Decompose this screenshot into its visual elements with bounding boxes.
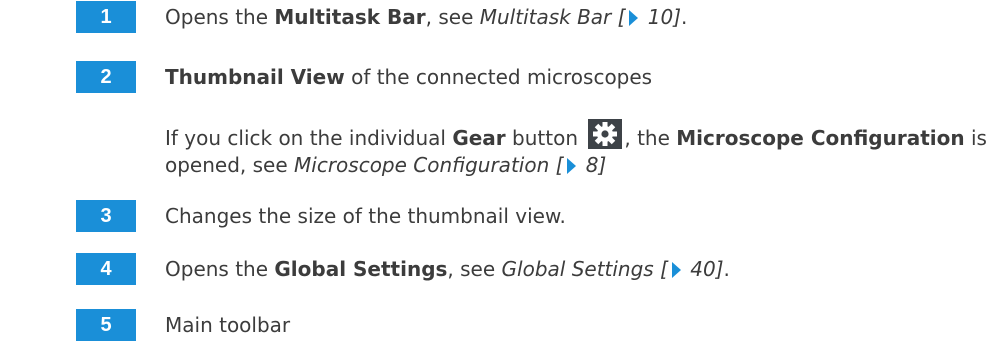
item-1-suffix: . — [681, 5, 688, 29]
item-1-prefix: Opens the — [165, 5, 275, 29]
page-arrow-icon — [567, 158, 577, 174]
item-2-para-the: , the — [624, 126, 677, 150]
item-4-see: , see — [447, 257, 502, 281]
item-2-term: Thumbnail View — [165, 65, 345, 89]
item-4-prefix: Opens the — [165, 257, 275, 281]
item-4-crossref[interactable]: Global Settings [ 40] — [502, 257, 724, 281]
item-2-text: Thumbnail View of the connected microsco… — [165, 62, 652, 92]
item-2-ref-label: Microscope Configuration [ — [294, 153, 564, 177]
item-1-see: , see — [425, 5, 480, 29]
item-2-para-suffix: is — [964, 126, 987, 150]
item-4-ref-page: 40] — [683, 257, 724, 281]
item-1-ref-page: 10] — [641, 5, 682, 29]
item-4-suffix: . — [723, 257, 730, 281]
item-3-text: Changes the size of the thumbnail view. — [165, 204, 566, 228]
item-1-crossref[interactable]: Multitask Bar [ 10] — [480, 5, 681, 29]
item-4-term: Global Settings — [274, 257, 448, 281]
item-2-para-button-word: button — [505, 126, 585, 150]
item-1-ref-label: Multitask Bar [ — [479, 5, 626, 29]
item-2-suffix: of the connected microscopes — [344, 65, 653, 89]
item-5-text: Main toolbar — [165, 313, 291, 337]
item-2-paragraph-line-1: If you click on the individual Gear butt… — [165, 119, 987, 153]
item-1-term: Multitask Bar — [274, 5, 426, 29]
gear-icon — [588, 119, 623, 149]
item-2-para-gear-term: Gear — [452, 126, 506, 150]
page-arrow-icon — [629, 10, 639, 26]
item-number-badge-5: 5 — [76, 309, 136, 341]
item-2-ref-page: 8] — [579, 153, 607, 177]
item-2-crossref[interactable]: Microscope Configuration [ 8] — [294, 153, 606, 177]
item-2-para-config-term: Microscope Configuration — [676, 126, 965, 150]
item-number-badge-4: 4 — [76, 253, 136, 285]
item-number-badge-3: 3 — [76, 200, 136, 232]
item-2-paragraph-line-2: opened, see Microscope Configuration [ 8… — [165, 150, 606, 180]
item-number-badge-1: 1 — [76, 1, 136, 33]
item-4-ref-label: Global Settings [ — [501, 257, 668, 281]
item-2-para-opened: opened, see — [165, 153, 295, 177]
item-4-text: Opens the Global Settings, see Global Se… — [165, 254, 730, 284]
item-number-badge-2: 2 — [76, 61, 136, 93]
item-1-text: Opens the Multitask Bar, see Multitask B… — [165, 2, 687, 32]
item-2-para-prefix: If you click on the individual — [165, 126, 453, 150]
page-arrow-icon — [671, 262, 681, 278]
